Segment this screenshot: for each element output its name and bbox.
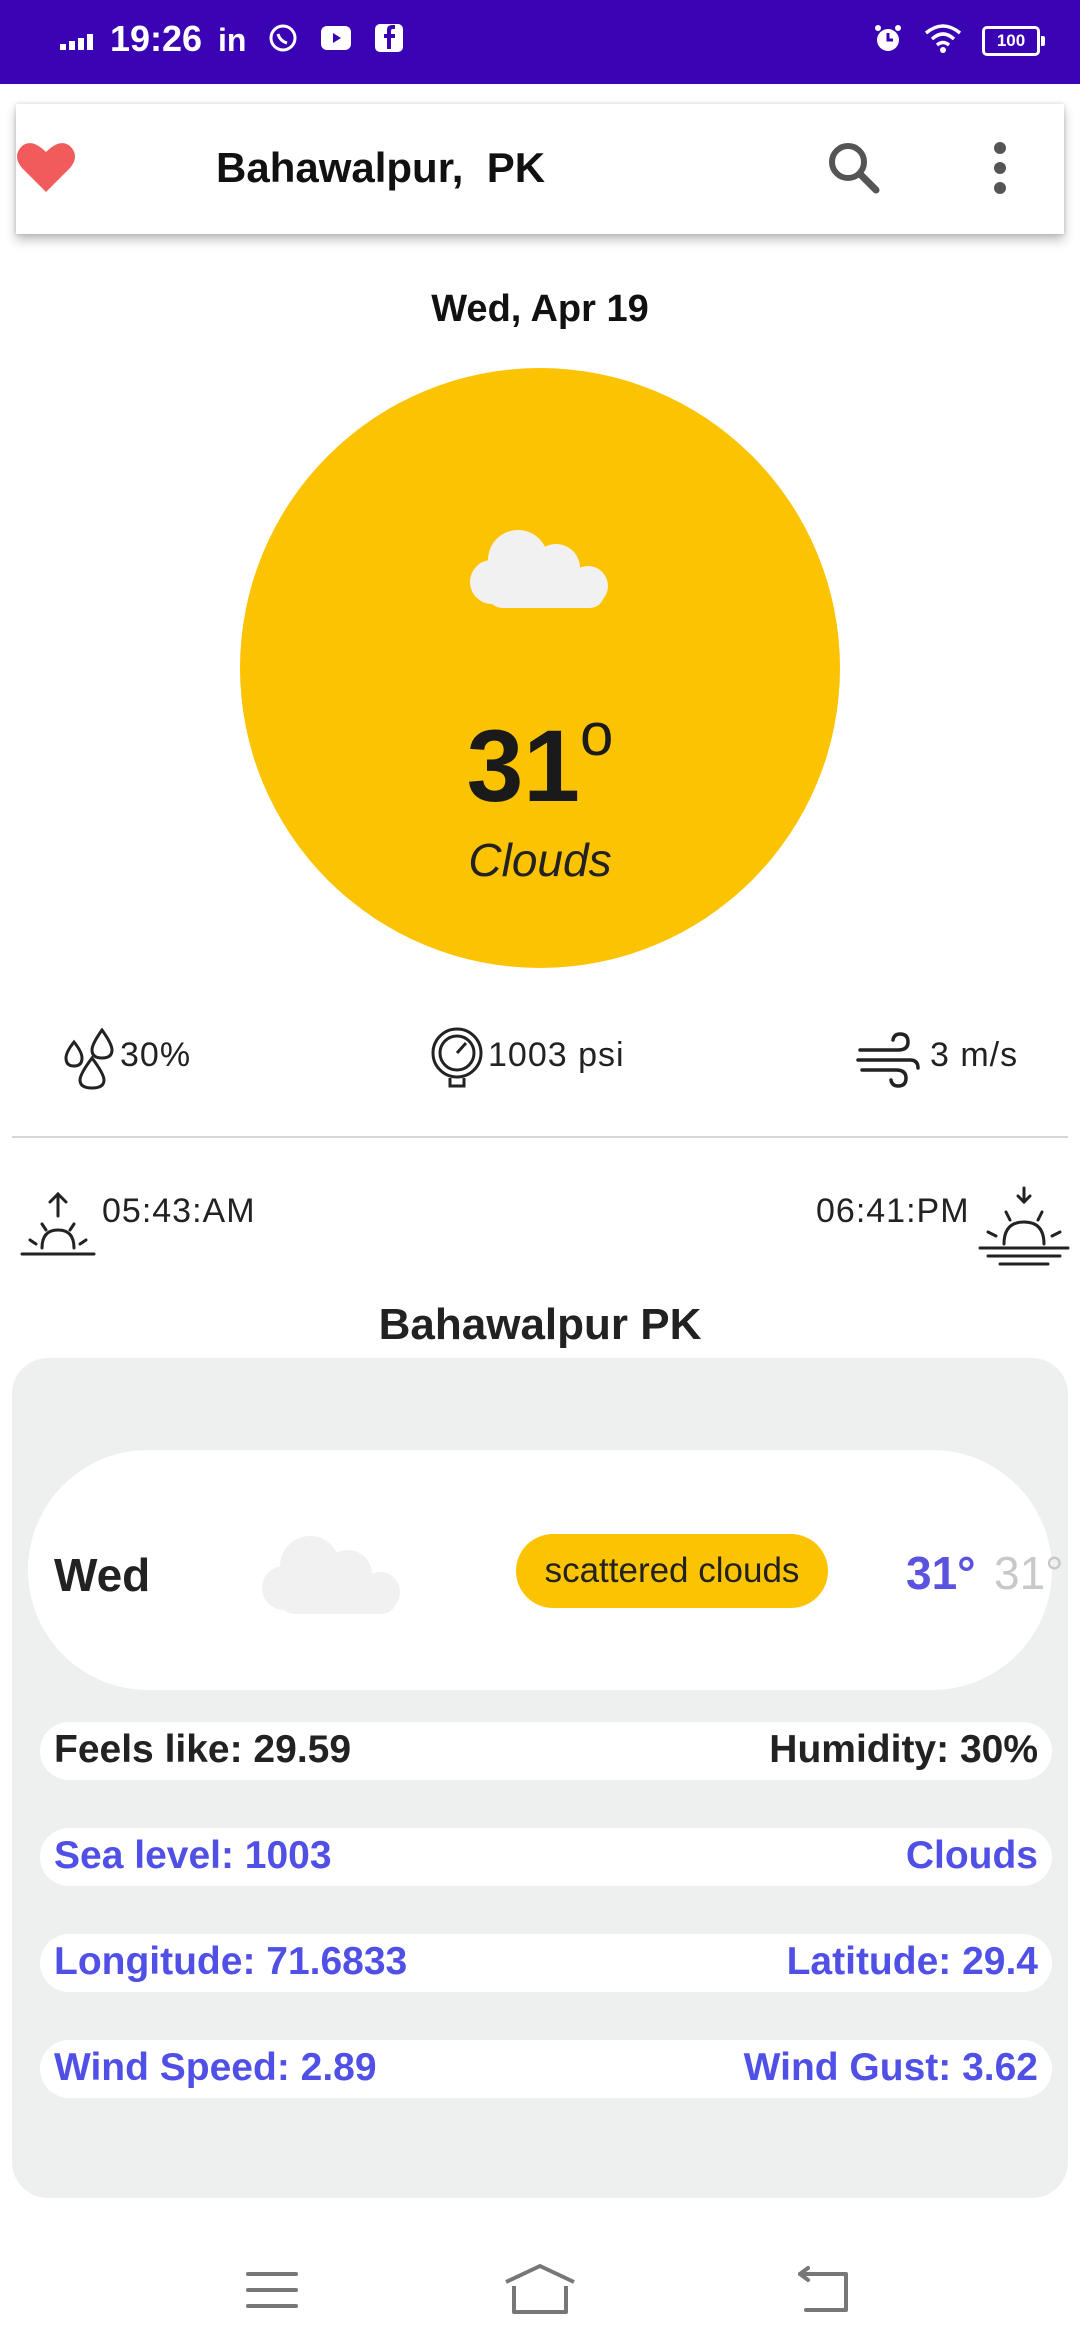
wind-speed: Wind Speed: 2.89 [54,2046,377,2089]
sunset-icon [978,1186,1070,1277]
whatsapp-icon [268,23,298,58]
more-vert-icon[interactable] [992,140,1008,201]
current-condition: Clouds [468,834,612,886]
home-icon[interactable] [504,2264,576,2321]
status-time: 19:26 [110,18,203,59]
detail-row: Wind Speed: 2.89 Wind Gust: 3.62 [40,2040,1052,2098]
forecast-description-badge: scattered clouds [516,1534,828,1608]
humidity-value: 30% [120,1036,192,1074]
details-title: Bahawalpur PK [378,1300,702,1349]
sunset-time: 06:41:PM [816,1192,970,1230]
humidity-icon [62,1027,118,1095]
status-bar: 19:26 in 100 [0,0,1080,84]
degree-sign: o [580,701,614,768]
pressure-value: 1003 psi [488,1036,625,1074]
sea-level: Sea level: 1003 [54,1834,332,1877]
sunrise-time: 05:43:AM [102,1192,256,1230]
forecast-low: 31° [994,1547,1064,1599]
battery-icon: 100 [982,25,1045,56]
cloud-icon [464,518,616,619]
pressure-gauge-icon [430,1026,484,1093]
details-panel: Wed scattered clouds 31° 31° Feels like:… [12,1358,1068,2198]
forecast-high: 31° [906,1547,976,1599]
detail-row: Feels like: 29.59 Humidity: 30% [40,1722,1052,1780]
search-icon[interactable] [824,138,884,203]
back-icon[interactable] [796,2266,852,2319]
menu-icon[interactable] [246,2270,298,2315]
facebook-icon [374,23,404,58]
signal-icon [60,30,100,55]
wind-gust: Wind Gust: 3.62 [743,2046,1038,2089]
detail-row: Longitude: 71.6833 Latitude: 29.4 [40,1934,1052,1992]
current-temperature: 31o [466,701,614,823]
forecast-day: Wed [54,1549,151,1601]
longitude: Longitude: 71.6833 [54,1940,408,1983]
feels-like: Feels like: 29.59 [54,1728,352,1771]
app-bar: Bahawalpur, PK [16,104,1064,234]
alarm-icon [872,22,904,59]
heart-icon[interactable] [16,140,76,199]
system-nav-bar [0,2220,1080,2340]
wind-icon [856,1030,920,1093]
wind-value: 3 m/s [930,1036,1019,1074]
sunrise-icon [20,1190,96,1271]
cloud-icon [256,1524,408,1625]
weather-circle: 31o Clouds [240,368,840,968]
current-date: Wed, Apr 19 [431,288,649,330]
weather-main: Clouds [905,1834,1038,1877]
forecast-card[interactable]: Wed scattered clouds 31° 31° [28,1450,1064,1690]
app-title: Bahawalpur, PK [216,144,546,191]
humidity-detail: Humidity: 30% [769,1728,1038,1771]
latitude: Latitude: 29.4 [786,1940,1038,1983]
wifi-icon [924,23,962,58]
detail-row: Sea level: 1003 Clouds [40,1828,1052,1886]
youtube-icon [320,24,352,57]
linkedin-icon: in [218,22,247,58]
divider [12,1136,1068,1138]
